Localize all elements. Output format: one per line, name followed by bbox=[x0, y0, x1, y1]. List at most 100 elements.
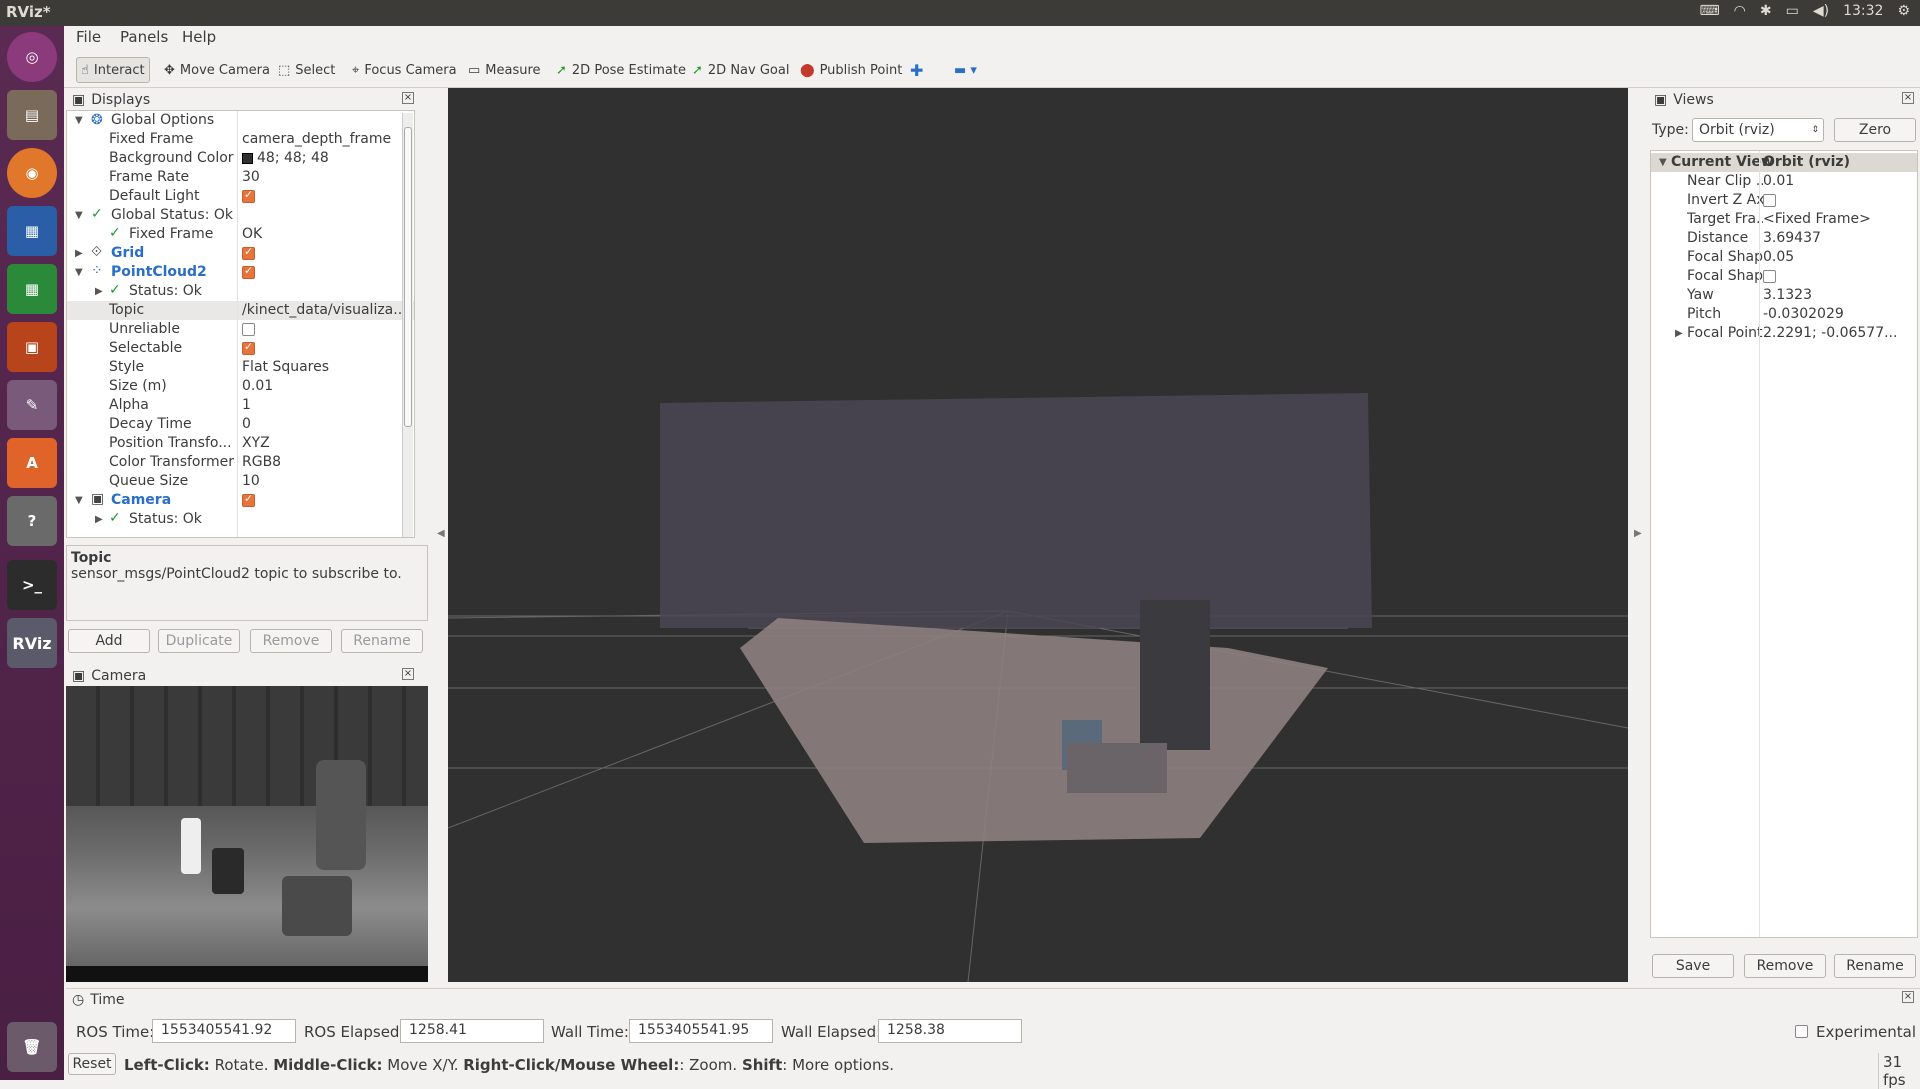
close-icon[interactable]: × bbox=[1902, 991, 1914, 1003]
move-camera-tool[interactable]: ✥ Move Camera bbox=[160, 57, 274, 83]
tree-row[interactable]: Invert Z Axis bbox=[1651, 191, 1917, 210]
files-icon[interactable]: ▤ bbox=[7, 90, 57, 140]
tree-row[interactable]: Distance 3.69437 bbox=[1651, 229, 1917, 248]
clock[interactable]: 13:32 bbox=[1843, 3, 1883, 19]
camera-image[interactable] bbox=[66, 686, 428, 982]
tree-row[interactable]: ▼ ▣ Camera bbox=[67, 491, 414, 510]
trash-icon[interactable]: 🗑 bbox=[7, 1022, 57, 1072]
row-value[interactable]: 3.69437 bbox=[1763, 230, 1913, 246]
tree-row[interactable]: Unreliable bbox=[67, 320, 414, 339]
tree-row[interactable]: ▶ Focal Point 2.2291; -0.06577... bbox=[1651, 324, 1917, 343]
row-value[interactable]: Flat Squares bbox=[242, 359, 410, 375]
row-value[interactable]: 0.01 bbox=[1763, 173, 1913, 189]
tree-row[interactable]: Color Transformer RGB8 bbox=[67, 453, 414, 472]
publish-point-tool[interactable]: ⬤ Publish Point bbox=[796, 57, 906, 83]
tree-row[interactable]: Yaw 3.1323 bbox=[1651, 286, 1917, 305]
duplicate-button[interactable]: Duplicate bbox=[158, 629, 240, 653]
checkbox[interactable] bbox=[1763, 193, 1776, 207]
row-value[interactable] bbox=[1763, 268, 1920, 284]
row-value[interactable]: RGB8 bbox=[242, 454, 410, 470]
gear-icon[interactable]: ⚙ bbox=[1897, 3, 1910, 19]
tree-row[interactable]: Focal Shap... bbox=[1651, 267, 1917, 286]
view-type-select[interactable]: Orbit (rviz) ⇕ bbox=[1692, 118, 1824, 142]
row-value[interactable] bbox=[242, 245, 410, 261]
settings-icon[interactable]: ✎ bbox=[7, 380, 57, 430]
row-value[interactable]: -0.0302029 bbox=[1763, 306, 1913, 322]
collapse-right-arrow-icon[interactable]: ▶ bbox=[1634, 528, 1642, 539]
3d-viewport[interactable] bbox=[448, 88, 1628, 982]
collapse-left-arrow-icon[interactable]: ◀ bbox=[437, 528, 445, 539]
close-icon[interactable]: × bbox=[1902, 92, 1914, 104]
tree-row[interactable]: ▼ ✓ Global Status: Ok bbox=[67, 206, 414, 225]
scroll-thumb[interactable] bbox=[404, 127, 412, 427]
row-value[interactable]: 1 bbox=[242, 397, 410, 413]
tree-row[interactable]: Size (m) 0.01 bbox=[67, 377, 414, 396]
displays-scrollbar[interactable] bbox=[402, 113, 413, 537]
wifi-icon[interactable]: ◠ bbox=[1734, 3, 1746, 19]
tree-row[interactable]: ▼ Current View Orbit (rviz) bbox=[1651, 153, 1917, 172]
help-icon[interactable]: ? bbox=[7, 496, 57, 546]
interact-tool[interactable]: ☝ Interact bbox=[76, 57, 150, 83]
row-value[interactable] bbox=[242, 264, 410, 280]
tree-row[interactable]: Pitch -0.0302029 bbox=[1651, 305, 1917, 324]
row-value[interactable] bbox=[242, 340, 410, 356]
tree-row[interactable]: Topic/kinect_data/visualiza... bbox=[67, 301, 414, 320]
row-value[interactable]: camera_depth_frame bbox=[242, 131, 410, 147]
tree-row[interactable]: ▼ ❂ Global Options bbox=[67, 111, 414, 130]
menu-file[interactable]: File bbox=[76, 28, 101, 46]
nav-goal-tool[interactable]: ➚ 2D Nav Goal bbox=[688, 57, 793, 83]
ros-elapsed-field[interactable]: 1258.41 bbox=[400, 1019, 544, 1043]
row-value[interactable]: 0.01 bbox=[242, 378, 410, 394]
tree-row[interactable]: ▶ ✓ Status: Ok bbox=[67, 510, 414, 529]
firefox-icon[interactable]: ◉ bbox=[7, 148, 57, 198]
save-view-button[interactable]: Save bbox=[1652, 954, 1734, 978]
views-tree[interactable]: ▼ Current View Orbit (rviz) Near Clip ... 0… bbox=[1650, 150, 1918, 938]
select-tool[interactable]: ⬚ Select bbox=[274, 57, 339, 83]
tree-row[interactable]: Near Clip ... 0.01 bbox=[1651, 172, 1917, 191]
terminal-icon[interactable]: >_ bbox=[7, 560, 57, 610]
row-value[interactable] bbox=[1763, 192, 1920, 208]
checkbox[interactable] bbox=[242, 245, 255, 260]
tree-row[interactable]: Position Transfo... XYZ bbox=[67, 434, 414, 453]
remove-display-button[interactable]: Remove bbox=[250, 629, 332, 653]
tree-row[interactable]: Queue Size 10 bbox=[67, 472, 414, 491]
tree-row[interactable]: Frame Rate 30 bbox=[67, 168, 414, 187]
row-value[interactable]: 48; 48; 48 bbox=[242, 150, 410, 166]
row-value[interactable]: 30 bbox=[242, 169, 410, 185]
ubuntu-logo-icon[interactable]: ◎ bbox=[7, 32, 57, 82]
tree-row[interactable]: ▶ ✓ Status: Ok bbox=[67, 282, 414, 301]
row-value[interactable]: /kinect_data/visualiza... bbox=[242, 302, 410, 318]
bluetooth-icon[interactable]: ✱ bbox=[1760, 3, 1772, 19]
tree-row[interactable]: ▼ ⁘ PointCloud2 bbox=[67, 263, 414, 282]
software-center-icon[interactable]: A bbox=[7, 438, 57, 488]
row-value[interactable] bbox=[242, 321, 410, 337]
remove-tool-minus-icon[interactable]: ▬ ▾ bbox=[950, 57, 981, 83]
wall-time-field[interactable]: 1553405541.95 bbox=[629, 1019, 773, 1043]
row-value[interactable]: XYZ bbox=[242, 435, 410, 451]
close-icon[interactable]: × bbox=[402, 668, 414, 680]
row-value[interactable] bbox=[242, 492, 410, 508]
tree-row[interactable]: Background Color 48; 48; 48 bbox=[67, 149, 414, 168]
rename-display-button[interactable]: Rename bbox=[341, 629, 423, 653]
battery-icon[interactable]: ▭ bbox=[1786, 3, 1799, 19]
close-icon[interactable]: × bbox=[402, 92, 414, 104]
menu-help[interactable]: Help bbox=[182, 28, 216, 46]
pose-estimate-tool[interactable]: ➚ 2D Pose Estimate bbox=[552, 57, 690, 83]
checkbox[interactable] bbox=[1763, 269, 1776, 283]
experimental-checkbox[interactable] bbox=[1795, 1025, 1808, 1038]
impress-icon[interactable]: ▣ bbox=[7, 322, 57, 372]
tree-row[interactable]: ▶ ⟐ Grid bbox=[67, 244, 414, 263]
checkbox[interactable] bbox=[242, 322, 255, 336]
calc-icon[interactable]: ▦ bbox=[7, 264, 57, 314]
row-value[interactable] bbox=[242, 188, 410, 204]
tree-row[interactable]: Style Flat Squares bbox=[67, 358, 414, 377]
measure-tool[interactable]: ▭ Measure bbox=[464, 57, 545, 83]
tree-row[interactable]: Alpha 1 bbox=[67, 396, 414, 415]
keyboard-icon[interactable]: ⌨ bbox=[1699, 3, 1719, 19]
ros-time-field[interactable]: 1553405541.92 bbox=[152, 1019, 296, 1043]
focus-camera-tool[interactable]: ⌖ Focus Camera bbox=[348, 57, 461, 83]
tree-row[interactable]: Selectable bbox=[67, 339, 414, 358]
checkbox[interactable] bbox=[242, 188, 255, 203]
add-tool-plus-icon[interactable]: ✚ bbox=[906, 57, 927, 83]
reset-button[interactable]: Reset bbox=[68, 1053, 116, 1075]
